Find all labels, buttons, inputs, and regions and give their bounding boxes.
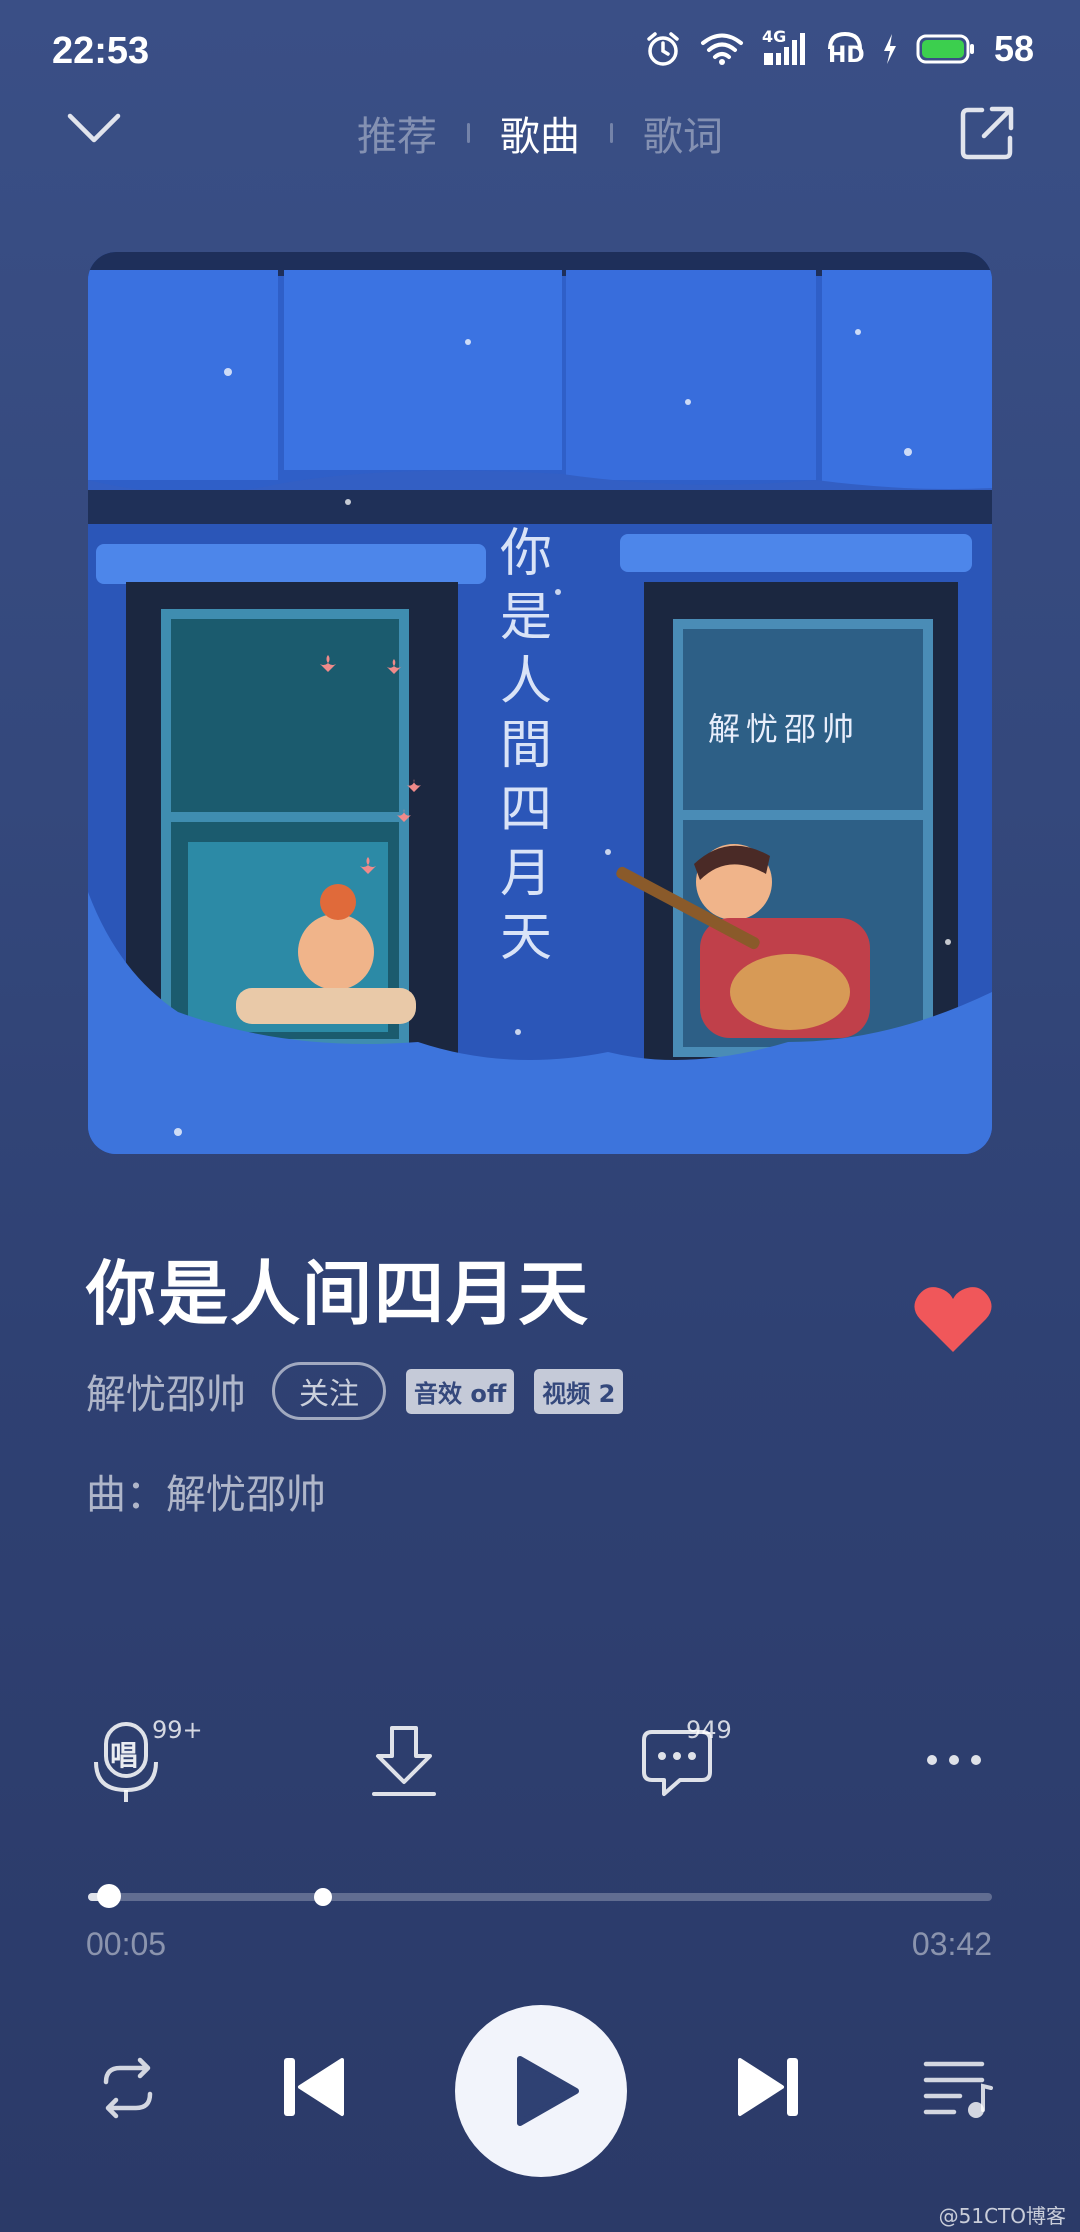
buffer-marker [314, 1888, 333, 1906]
album-cover-artist: 解忧邵帅 [708, 710, 861, 748]
hd-voice-icon: HD [826, 31, 865, 68]
play-icon [517, 2056, 579, 2126]
more-button[interactable] [916, 1722, 996, 1802]
cellular-signal-icon: 4G [762, 27, 808, 67]
comment-button[interactable]: 949 [640, 1716, 732, 1802]
nav-tabs: 推荐 歌曲 歌词 [0, 104, 1080, 162]
repeat-icon[interactable] [92, 2052, 164, 2124]
download-button[interactable] [364, 1722, 444, 1802]
watermark: @51CTO博客 [938, 2204, 1066, 2228]
download-icon [372, 1726, 436, 1796]
battery-level: 58 [993, 28, 1034, 69]
song-title: 你是人间四月天 [86, 1253, 590, 1335]
sound-effect-tag[interactable]: 音效 off [406, 1368, 515, 1414]
share-external-icon[interactable] [958, 104, 1016, 162]
comment-count-badge: 949 [686, 1716, 732, 1744]
song-meta-row: 解忧邵帅 关注 音效 off 视频 2 [86, 1362, 624, 1420]
charging-icon [883, 34, 896, 64]
status-icons: 4G HD 58 [644, 27, 1034, 70]
battery-icon [916, 34, 974, 64]
tab-divider [467, 123, 470, 143]
status-time: 22:53 [52, 30, 150, 72]
video-tag[interactable]: 视频 2 [534, 1368, 624, 1414]
sing-count-badge: 99+ [152, 1716, 203, 1744]
current-time: 00:05 [86, 1926, 167, 1962]
composer-credit: 曲：解忧邵帅 [86, 1472, 326, 1518]
album-cover[interactable]: 你是人間四月天 解忧邵帅 [88, 252, 992, 1154]
previous-track-icon[interactable] [278, 2052, 348, 2122]
heart-like-icon[interactable] [912, 1284, 994, 1354]
playlist-icon[interactable] [920, 2052, 994, 2124]
wifi-icon [700, 33, 743, 65]
alarm-icon [647, 32, 679, 66]
follow-button[interactable]: 关注 [272, 1362, 386, 1420]
hd-label: HD [827, 43, 865, 68]
artist-name[interactable]: 解忧邵帅 [86, 1362, 246, 1420]
tab-recommend[interactable]: 推荐 [357, 104, 437, 162]
album-cover-title: 你是人間四月天 [500, 524, 553, 968]
more-dots-icon [927, 1755, 981, 1765]
sing-glyph: 唱 [110, 1739, 139, 1772]
progress-track[interactable] [88, 1893, 992, 1901]
total-time: 03:42 [911, 1926, 992, 1962]
tab-song[interactable]: 歌曲 [500, 104, 580, 162]
progress-thumb[interactable] [96, 1884, 121, 1908]
tab-divider [610, 123, 613, 143]
play-button[interactable] [455, 2005, 627, 2177]
tab-lyrics[interactable]: 歌词 [643, 104, 723, 162]
sing-button[interactable]: 唱 99+ [90, 1716, 203, 1802]
next-track-icon[interactable] [734, 2052, 804, 2122]
